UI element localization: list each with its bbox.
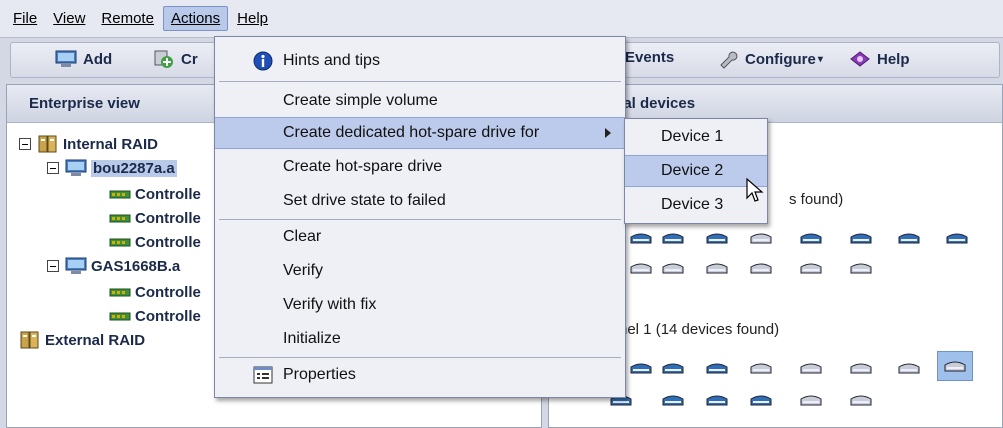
menu-item-properties[interactable]: Properties (215, 359, 625, 391)
wrench-icon (720, 51, 738, 69)
drive-icon[interactable] (749, 231, 773, 245)
create-icon (154, 50, 173, 68)
drive-icon[interactable] (799, 393, 823, 407)
tree-node-controller[interactable]: Controlle (109, 231, 201, 253)
drive-icon[interactable] (799, 261, 823, 275)
drive-icon[interactable] (629, 231, 653, 245)
add-button[interactable]: Add (55, 49, 112, 69)
collapse-icon[interactable] (47, 162, 59, 174)
menu-item-verify-with-fix[interactable]: Verify with fix (215, 289, 625, 321)
drive-icon[interactable] (705, 231, 729, 245)
dropdown-arrow-icon: ▾ (817, 53, 823, 65)
menu-item-initialize[interactable]: Initialize (215, 323, 625, 355)
channel-0-label: s found) (789, 191, 844, 208)
drive-icon[interactable] (661, 261, 685, 275)
menu-item-verify[interactable]: Verify (215, 255, 625, 287)
help-button[interactable]: Help (849, 49, 910, 69)
actions-menu: Hints and tips Create simple volume Crea… (214, 36, 626, 398)
create-button[interactable]: Cr (153, 49, 198, 69)
tree-node-internal-raid[interactable]: Internal RAID (19, 133, 158, 155)
menu-item-create-hot-spare[interactable]: Create hot-spare drive (215, 151, 625, 183)
raid-icon (38, 135, 57, 153)
drive-icon[interactable] (799, 231, 823, 245)
menu-help[interactable]: Help (230, 7, 275, 30)
drive-icon[interactable] (897, 361, 921, 375)
drive-icon[interactable] (849, 231, 873, 245)
help-book-icon (850, 51, 870, 67)
drive-icon[interactable] (705, 361, 729, 375)
drive-icon[interactable] (849, 261, 873, 275)
drive-icon[interactable] (849, 361, 873, 375)
server-icon (55, 50, 77, 67)
tree-node-server[interactable]: GAS1668B.a (47, 255, 180, 277)
collapse-icon[interactable] (19, 138, 31, 150)
controller-icon (109, 238, 131, 247)
tree-node-controller[interactable]: Controlle (109, 207, 201, 229)
controller-icon (109, 312, 131, 321)
drive-icon[interactable] (849, 393, 873, 407)
menu-remote[interactable]: Remote (94, 7, 161, 30)
tree-node-controller[interactable]: Controlle (109, 183, 201, 205)
drive-icon[interactable] (749, 393, 773, 407)
drive-icon[interactable] (799, 361, 823, 375)
tree-node-server[interactable]: bou2287a.a (47, 157, 177, 179)
drive-icon[interactable] (749, 261, 773, 275)
controller-icon (109, 214, 131, 223)
menu-file[interactable]: File (6, 7, 44, 30)
menu-item-hints-and-tips[interactable]: Hints and tips (215, 45, 625, 77)
menu-separator (219, 81, 621, 82)
drive-icon[interactable] (661, 361, 685, 375)
controller-icon (109, 190, 131, 199)
device-submenu: Device 1 Device 2 Device 3 (624, 118, 768, 224)
menu-bar: File View Remote Actions Help (0, 0, 1003, 38)
channel-1-label: nel 1 (14 devices found) (619, 321, 780, 338)
mouse-cursor-icon (746, 178, 764, 202)
tree-node-external-raid[interactable]: External RAID (19, 329, 145, 351)
menu-item-create-dedicated-hot-spare[interactable]: Create dedicated hot-spare drive for (215, 117, 625, 149)
server-icon (65, 159, 87, 176)
server-icon (65, 257, 87, 274)
submenu-arrow-icon (605, 128, 611, 138)
drive-icon[interactable] (897, 231, 921, 245)
drive-icon[interactable] (705, 393, 729, 407)
menu-item-clear[interactable]: Clear (215, 221, 625, 253)
tree-node-controller[interactable]: Controlle (109, 281, 201, 303)
menu-view[interactable]: View (46, 7, 92, 30)
menu-item-set-drive-failed[interactable]: Set drive state to failed (215, 185, 625, 217)
drive-icon[interactable] (705, 261, 729, 275)
controller-icon (109, 288, 131, 297)
raid-icon (20, 331, 39, 349)
configure-button[interactable]: Configure ▾ (717, 49, 823, 69)
menu-separator (219, 219, 621, 220)
drive-icon[interactable] (629, 261, 653, 275)
properties-icon (253, 366, 273, 384)
drive-icon[interactable] (943, 359, 967, 373)
info-icon (253, 51, 273, 71)
tree-node-controller[interactable]: Controlle (109, 305, 201, 327)
drive-icon[interactable] (749, 361, 773, 375)
events-button[interactable]: Events (625, 49, 674, 66)
menu-actions[interactable]: Actions (162, 6, 229, 31)
collapse-icon[interactable] (47, 260, 59, 272)
drive-icon[interactable] (945, 231, 969, 245)
menu-separator (219, 357, 621, 358)
drive-icon[interactable] (661, 231, 685, 245)
submenu-item-device-1[interactable]: Device 1 (625, 121, 767, 153)
menu-item-create-simple-volume[interactable]: Create simple volume (215, 85, 625, 117)
drive-icon[interactable] (629, 361, 653, 375)
drive-icon[interactable] (661, 393, 685, 407)
